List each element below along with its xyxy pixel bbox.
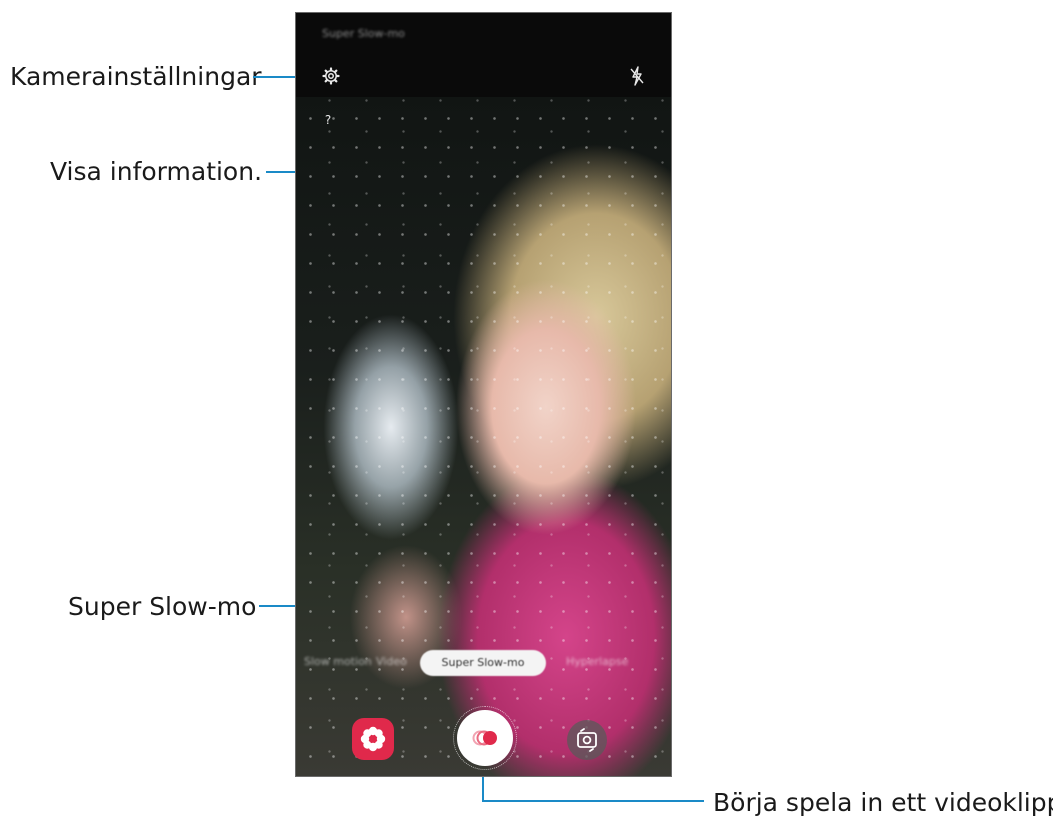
mode-item-slow-motion[interactable]: Slow motion	[304, 655, 372, 668]
callout-start-recording: Börja spela in ett videoklipp.	[713, 788, 1053, 817]
flower-icon	[360, 726, 386, 752]
effects-button[interactable]	[352, 718, 394, 760]
mode-selector[interactable]: Slow motion Video Super Slow-mo Hyperlap…	[296, 650, 671, 676]
callout-super-slow-mo: Super Slow-mo	[68, 592, 257, 621]
mode-item-super-slow-mo-selected[interactable]: Super Slow-mo	[420, 650, 546, 676]
flash-off-icon[interactable]	[629, 66, 645, 86]
record-button[interactable]	[457, 710, 513, 766]
record-icon	[472, 730, 497, 746]
leader-line-record-horizontal	[482, 800, 704, 802]
mode-item-hyperlapse[interactable]: Hyperlapse	[566, 655, 628, 668]
top-toolbar	[296, 55, 671, 97]
mode-item-video[interactable]: Video	[376, 655, 407, 668]
camera-screen: Super Slow-mo ? Slow motion Video Super …	[295, 12, 672, 777]
callout-show-information: Visa information.	[50, 157, 263, 186]
mode-title: Super Slow-mo	[322, 27, 405, 40]
callout-camera-settings: Kamerainställningar	[10, 62, 262, 91]
info-icon[interactable]: ?	[322, 113, 334, 129]
bottom-controls	[296, 706, 671, 776]
status-bar: Super Slow-mo	[296, 13, 671, 55]
gear-icon[interactable]	[322, 67, 340, 85]
camera-preview[interactable]: ? Slow motion Video Super Slow-mo Hyperl…	[296, 97, 671, 776]
switch-camera-icon	[577, 728, 597, 752]
switch-camera-button[interactable]	[567, 720, 607, 760]
